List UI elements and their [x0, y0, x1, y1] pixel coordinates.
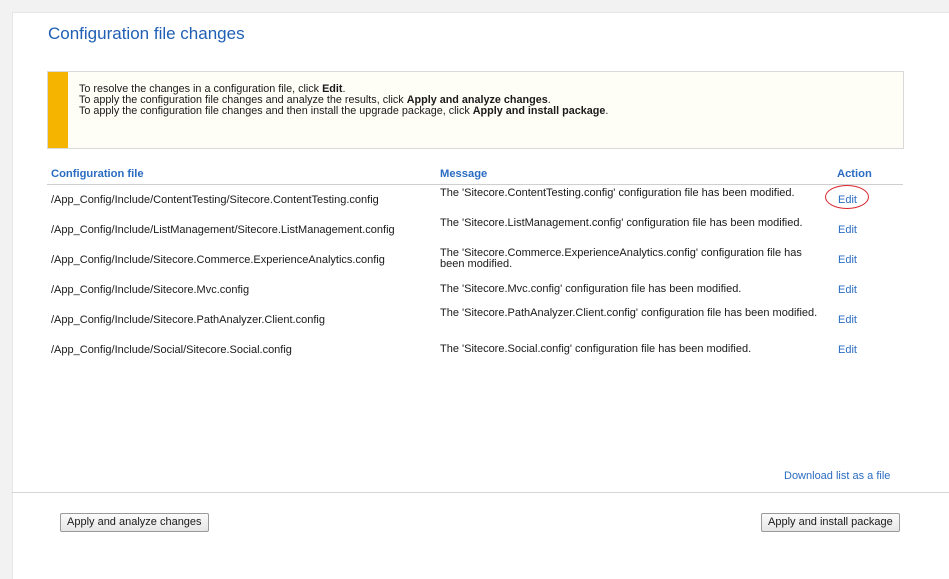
info-text: To resolve the changes in a configuratio… — [79, 84, 608, 117]
config-changes-table: Configuration file Message Action /App_C… — [47, 164, 903, 365]
message-cell: The 'Sitecore.ListManagement.config' con… — [440, 217, 803, 229]
column-header-file: Configuration file — [51, 168, 144, 180]
file-path-cell: /App_Config/Include/Sitecore.Commerce.Ex… — [51, 254, 385, 266]
table-row: /App_Config/Include/ContentTesting/Sitec… — [47, 185, 903, 215]
edit-link[interactable]: Edit — [838, 194, 857, 206]
message-cell: The 'Sitecore.Commerce.ExperienceAnalyti… — [440, 247, 802, 270]
edit-link[interactable]: Edit — [838, 344, 857, 356]
footer-divider — [12, 492, 949, 493]
table-row: /App_Config/Include/Sitecore.Mvc.config … — [47, 275, 903, 305]
table-header: Configuration file Message Action — [47, 164, 903, 185]
edit-link[interactable]: Edit — [838, 254, 857, 266]
file-path-cell: /App_Config/Include/ContentTesting/Sitec… — [51, 194, 379, 206]
file-path-cell: /App_Config/Include/Sitecore.Mvc.config — [51, 284, 250, 296]
apply-and-analyze-button[interactable]: Apply and analyze changes — [60, 513, 209, 532]
table-row: /App_Config/Include/Social/Sitecore.Soci… — [47, 335, 903, 365]
column-header-message: Message — [440, 168, 488, 180]
download-list-link[interactable]: Download list as a file — [784, 470, 890, 482]
info-line-install: To apply the configuration file changes … — [79, 106, 608, 117]
message-cell: The 'Sitecore.ContentTesting.config' con… — [440, 187, 795, 199]
message-cell: The 'Sitecore.Mvc.config' configuration … — [440, 283, 742, 295]
edit-link[interactable]: Edit — [838, 314, 857, 326]
table-row: /App_Config/Include/Sitecore.Commerce.Ex… — [47, 245, 903, 275]
warning-bar — [48, 72, 68, 148]
file-path-cell: /App_Config/Include/Sitecore.PathAnalyze… — [51, 314, 325, 326]
edit-link[interactable]: Edit — [838, 284, 857, 296]
table-row: /App_Config/Include/ListManagement/Sitec… — [47, 215, 903, 245]
file-path-cell: /App_Config/Include/ListManagement/Sitec… — [51, 224, 395, 236]
table-row: /App_Config/Include/Sitecore.PathAnalyze… — [47, 305, 903, 335]
message-cell: The 'Sitecore.PathAnalyzer.Client.config… — [440, 307, 818, 319]
message-cell: The 'Sitecore.Social.config' configurati… — [440, 343, 752, 355]
file-path-cell: /App_Config/Include/Social/Sitecore.Soci… — [51, 344, 292, 356]
info-text-part: . — [605, 105, 609, 117]
apply-and-install-button[interactable]: Apply and install package — [761, 513, 900, 532]
info-box: To resolve the changes in a configuratio… — [47, 71, 904, 149]
info-bold-install: Apply and install package — [472, 105, 606, 117]
info-text-part: To apply the configuration file changes … — [79, 105, 473, 117]
column-header-action: Action — [837, 168, 872, 180]
edit-link[interactable]: Edit — [838, 224, 857, 236]
page-title: Configuration file changes — [48, 24, 245, 43]
